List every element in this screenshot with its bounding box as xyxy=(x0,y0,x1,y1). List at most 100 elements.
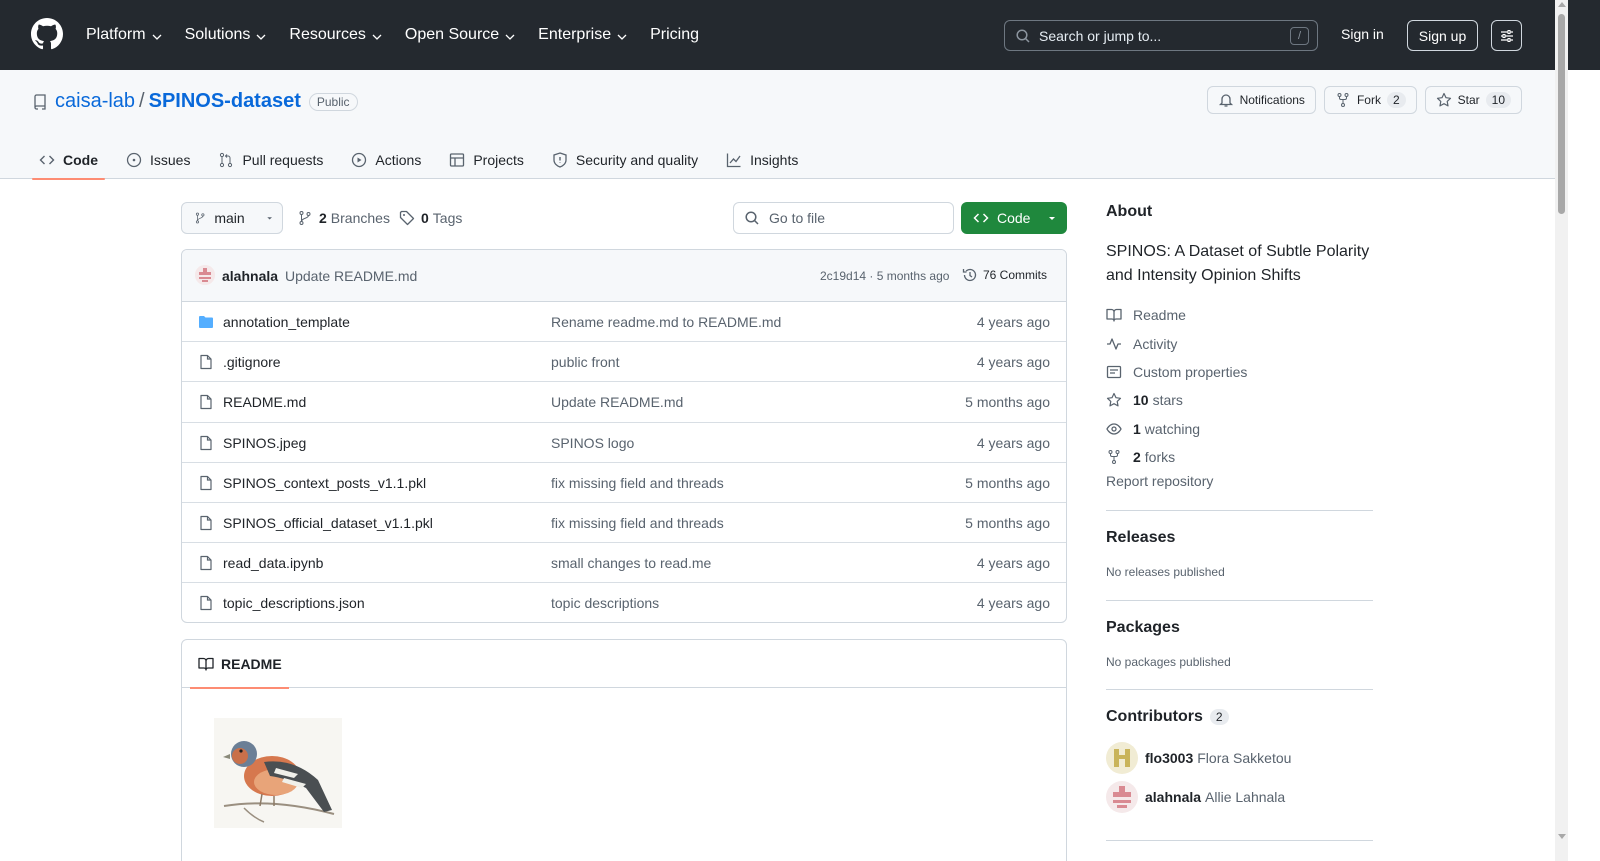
tab-label: Actions xyxy=(375,151,422,168)
file-commit-message[interactable]: Update README.md xyxy=(551,394,683,410)
file-commit-message[interactable]: SPINOS logo xyxy=(551,435,634,451)
tags-link[interactable]: 0 Tags xyxy=(399,210,462,226)
contributor-item[interactable]: alahnala Allie Lahnala xyxy=(1106,781,1373,813)
file-name-link[interactable]: .gitignore xyxy=(223,354,281,370)
nav-platform[interactable]: Platform xyxy=(86,22,163,48)
code-dropdown-button[interactable]: Code xyxy=(961,202,1067,234)
branch-select-button[interactable]: main xyxy=(181,202,283,234)
sliders-icon xyxy=(1500,29,1513,42)
repo-name-link[interactable]: SPINOS-dataset xyxy=(149,90,301,113)
table-row[interactable]: SPINOS_official_dataset_v1.1.pkl fix mis… xyxy=(182,503,1066,544)
tab-insights[interactable]: Insights xyxy=(719,140,805,179)
table-row[interactable]: annotation_template Rename readme.md to … xyxy=(182,302,1066,343)
report-repository-link[interactable]: Report repository xyxy=(1106,473,1373,489)
readme-tab[interactable]: README xyxy=(190,640,289,689)
contributor-login[interactable]: alahnala xyxy=(1145,789,1201,805)
custom-properties-link[interactable]: Custom properties xyxy=(1106,358,1373,386)
packages-title[interactable]: Packages xyxy=(1106,619,1373,637)
tab-code[interactable]: Code xyxy=(32,140,105,180)
commits-link[interactable]: 76 Commits xyxy=(962,267,1047,283)
caret-down-icon xyxy=(1049,217,1056,220)
repo-forked-icon xyxy=(1337,93,1349,107)
repo-owner-link[interactable]: caisa-lab xyxy=(55,90,135,113)
file-name-link[interactable]: annotation_template xyxy=(223,314,350,330)
search-input[interactable]: Search or jump to... / xyxy=(1004,20,1318,51)
tab-issues[interactable]: Issues xyxy=(119,140,197,179)
file-name-link[interactable]: SPINOS_official_dataset_v1.1.pkl xyxy=(223,515,433,531)
activity-link[interactable]: Activity xyxy=(1106,329,1373,357)
tab-actions[interactable]: Actions xyxy=(344,140,428,179)
nav-resources[interactable]: Resources xyxy=(289,22,382,48)
git-pull-request-icon xyxy=(220,152,233,167)
stars-count: 10 xyxy=(1133,392,1149,409)
scrollbar-thumb[interactable] xyxy=(1558,14,1565,214)
book-icon xyxy=(1106,309,1122,322)
stars-link[interactable]: 10 stars xyxy=(1106,386,1373,414)
notifications-button[interactable]: Notifications xyxy=(1206,86,1316,114)
table-row[interactable]: SPINOS_context_posts_v1.1.pkl fix missin… xyxy=(182,463,1066,503)
file-name-link[interactable]: read_data.ipynb xyxy=(223,555,323,571)
contributor-login[interactable]: flo3003 xyxy=(1145,750,1193,766)
sign-up-button[interactable]: Sign up xyxy=(1407,20,1478,51)
site-menu-button[interactable] xyxy=(1491,20,1522,51)
sign-in-link[interactable]: Sign in xyxy=(1341,26,1384,42)
file-commit-message[interactable]: public front xyxy=(551,354,619,370)
table-row[interactable]: README.md Update README.md 5 months ago xyxy=(182,382,1066,423)
tab-security[interactable]: Security and quality xyxy=(545,140,705,179)
tag-icon xyxy=(399,210,415,226)
file-name-link[interactable]: topic_descriptions.json xyxy=(223,595,365,611)
go-to-file-placeholder: Go to file xyxy=(769,210,826,226)
table-row[interactable]: read_data.ipynb small changes to read.me… xyxy=(182,543,1066,584)
table-row[interactable]: .gitignore public front 4 years ago xyxy=(182,342,1066,383)
go-to-file-input[interactable]: Go to file xyxy=(733,202,954,234)
readme-tab-label: README xyxy=(221,656,282,672)
history-icon xyxy=(962,268,977,282)
packages-text: No packages published xyxy=(1106,655,1231,669)
file-commit-message[interactable]: fix missing field and threads xyxy=(551,475,724,491)
fork-label: Fork xyxy=(1356,93,1381,107)
forks-link[interactable]: 2 forks xyxy=(1106,443,1373,471)
table-row[interactable]: SPINOS.jpeg SPINOS logo 4 years ago xyxy=(182,423,1066,463)
file-commit-message[interactable]: Rename readme.md to README.md xyxy=(551,314,781,330)
table-row[interactable]: topic_descriptions.json topic descriptio… xyxy=(182,583,1066,622)
nav-solutions[interactable]: Solutions xyxy=(185,22,268,48)
contributor-item[interactable]: flo3003 Flora Sakketou xyxy=(1106,742,1373,774)
star-button[interactable]: Star 10 xyxy=(1424,86,1522,114)
file-name-link[interactable]: SPINOS_context_posts_v1.1.pkl xyxy=(223,475,426,491)
avatar[interactable] xyxy=(1106,742,1138,774)
tab-pull-requests[interactable]: Pull requests xyxy=(211,140,330,179)
eye-icon xyxy=(1106,423,1122,435)
global-header: Platform Solutions Resources Open Source… xyxy=(0,0,1600,70)
nav-pricing[interactable]: Pricing xyxy=(650,22,699,48)
file-commit-message[interactable]: fix missing field and threads xyxy=(551,515,724,531)
releases-title[interactable]: Releases xyxy=(1106,529,1373,547)
tab-projects[interactable]: Projects xyxy=(442,140,531,179)
chevron-down-icon xyxy=(617,34,627,40)
nav-label: Solutions xyxy=(184,26,251,43)
watchers-link[interactable]: 1 watching xyxy=(1106,415,1373,443)
scroll-up-arrow-icon[interactable] xyxy=(1558,2,1566,7)
scrollbar[interactable] xyxy=(1555,0,1568,861)
branches-link[interactable]: 2 Branches xyxy=(297,210,390,226)
tab-label: Security and quality xyxy=(575,151,699,168)
commit-message-link[interactable]: Update README.md xyxy=(285,268,417,284)
file-commit-message[interactable]: topic descriptions xyxy=(551,595,659,611)
file-icon xyxy=(200,395,212,410)
scroll-down-arrow-icon[interactable] xyxy=(1558,834,1566,839)
readme-link[interactable]: Readme xyxy=(1106,301,1373,329)
file-commit-message[interactable]: small changes to read.me xyxy=(551,555,711,571)
file-name-link[interactable]: README.md xyxy=(223,394,306,410)
fork-button[interactable]: Fork 2 xyxy=(1323,86,1417,114)
nav-open-source[interactable]: Open Source xyxy=(405,22,516,48)
repo-icon xyxy=(34,93,46,110)
file-name-link[interactable]: SPINOS.jpeg xyxy=(223,435,306,451)
avatar[interactable] xyxy=(1106,781,1138,813)
nav-enterprise[interactable]: Enterprise xyxy=(538,22,628,48)
commit-hash-age[interactable]: 2c19d14 · 5 months ago xyxy=(820,269,949,283)
contributor-name: Allie Lahnala xyxy=(1205,789,1286,805)
commit-author-link[interactable]: alahnala xyxy=(222,268,278,284)
github-logo-icon[interactable] xyxy=(31,18,63,50)
avatar[interactable] xyxy=(195,265,215,285)
contributors-title[interactable]: Contributors xyxy=(1106,708,1203,726)
star-count: 10 xyxy=(1485,92,1511,108)
